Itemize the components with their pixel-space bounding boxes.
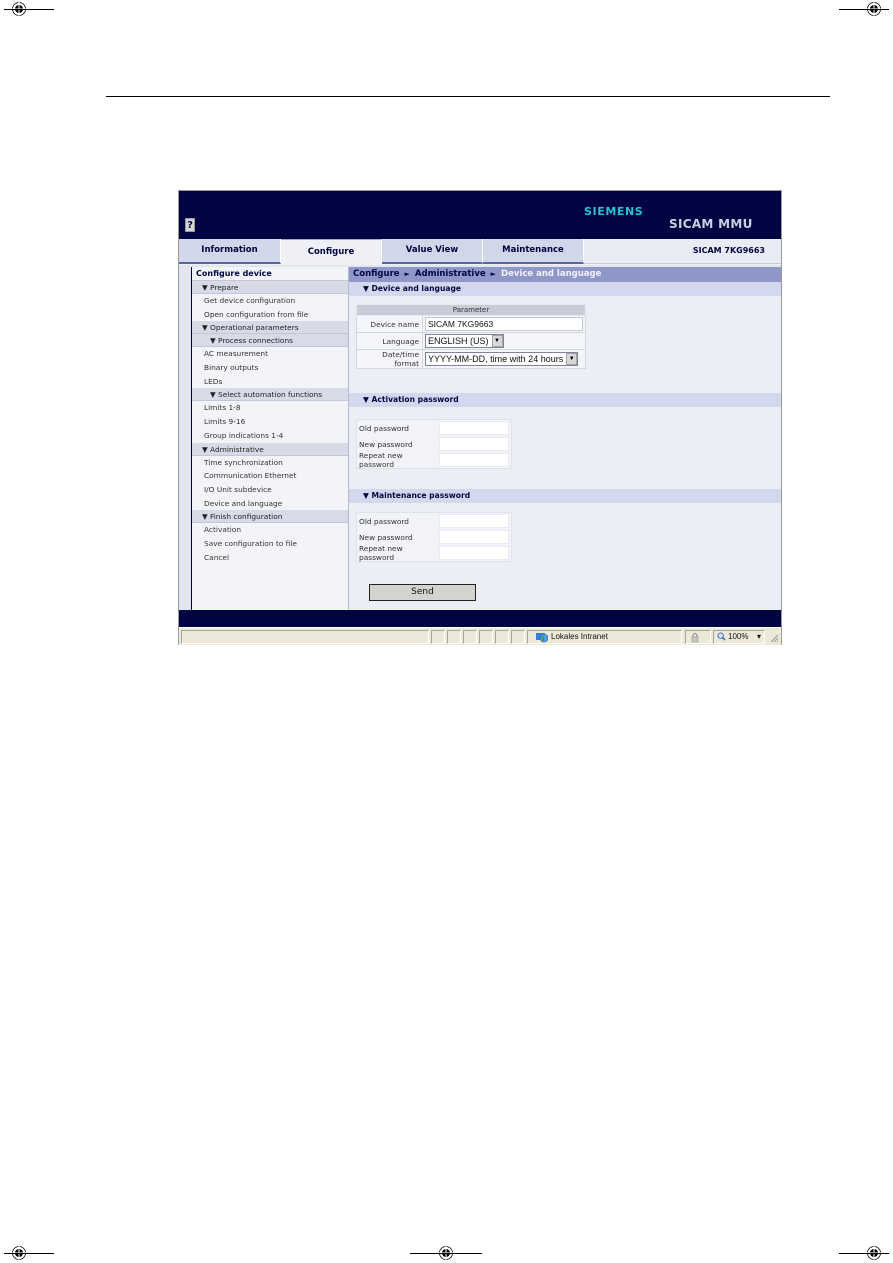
new-password-label: New password	[359, 439, 413, 449]
activation-old-password-input[interactable]	[439, 421, 509, 435]
resize-grip-icon[interactable]	[769, 633, 779, 643]
maintenance-new-password-input[interactable]	[439, 530, 509, 544]
chevron-down-icon[interactable]: ▼	[491, 335, 503, 347]
activation-new-password-input[interactable]	[439, 437, 509, 451]
crop-line	[839, 1253, 889, 1254]
sidebar-group-header[interactable]: ▼ Process connections	[192, 334, 348, 348]
status-cell	[511, 630, 525, 644]
status-cell	[495, 630, 509, 644]
old-password-label: Old password	[359, 516, 409, 526]
chevron-down-icon[interactable]: ▼	[566, 353, 578, 365]
breadcrumb: Configure ► Administrative ► Device and lang…	[349, 267, 781, 282]
lock-icon	[691, 633, 699, 643]
device-id: SICAM 7KG9663	[692, 246, 765, 255]
maintenance-repeat-password-input[interactable]	[439, 546, 509, 560]
tab-information[interactable]: Information	[179, 239, 281, 264]
repeat-password-label: Repeat new password	[359, 451, 403, 469]
breadcrumb-current: Device and language	[501, 269, 602, 279]
new-password-label: New password	[359, 532, 413, 542]
chevron-down-icon[interactable]: ▾	[757, 630, 761, 644]
sidebar-item[interactable]: Save configuration to file	[192, 537, 348, 551]
help-icon[interactable]: ?	[185, 218, 195, 232]
main-tabs: Information Configure Value View Mainten…	[179, 239, 781, 264]
sidebar-item[interactable]: Get device configuration	[192, 294, 348, 308]
status-cell	[431, 630, 445, 644]
device-name-input[interactable]: SICAM 7KG9663	[425, 317, 583, 331]
language-select[interactable]: ENGLISH (US) ▼	[425, 334, 504, 348]
language-label: Language	[356, 332, 423, 350]
sidebar-item[interactable]: Limits 9-16	[192, 415, 348, 429]
sidebar-item[interactable]: Open configuration from file	[192, 308, 348, 322]
app-banner: ? SIEMENS SICAM MMU	[179, 191, 781, 239]
sidebar-item[interactable]: Communication Ethernet	[192, 469, 348, 483]
language-value: ENGLISH (US)	[428, 336, 489, 346]
main-panel: Configure ► Administrative ► Device and lang…	[349, 267, 781, 610]
section-activation-password[interactable]: ▼ Activation password	[349, 393, 781, 407]
maintenance-password-form: Old password New password Repeat new pas…	[356, 512, 512, 562]
sidebar-item[interactable]: Cancel	[192, 551, 348, 565]
send-button[interactable]: Send	[369, 584, 476, 601]
old-password-label: Old password	[359, 423, 409, 433]
activation-section-body: Old password New password Repeat new pas…	[349, 407, 781, 489]
sidebar-group-header[interactable]: ▼ Administrative	[192, 442, 348, 456]
status-text-cell	[181, 630, 429, 644]
sidebar-group-header[interactable]: ▼ Operational parameters	[192, 321, 348, 335]
product-name: SICAM MMU	[669, 217, 753, 231]
sidebar-group-header[interactable]: ▼ Prepare	[192, 281, 348, 294]
tab-maintenance[interactable]: Maintenance	[483, 239, 584, 264]
device-section-body: Parameter Device name SICAM 7KG9663 Lang…	[349, 296, 781, 393]
security-zone: Lokales Intranet	[551, 632, 608, 641]
section-device-and-language[interactable]: ▼ Device and language	[349, 282, 781, 296]
sidebar-item[interactable]: Activation	[192, 523, 348, 537]
browser-status-bar: Lokales Intranet 100% ▾	[179, 627, 781, 645]
magnifier-icon	[717, 632, 726, 641]
status-cell	[463, 630, 477, 644]
sidebar-item[interactable]: Time synchronization	[192, 456, 348, 470]
intranet-globe-icon	[536, 633, 548, 643]
breadcrumb-separator-icon: ►	[404, 270, 410, 278]
sidebar-title: Configure device	[192, 267, 348, 281]
sidebar-group-header[interactable]: ▼ Select automation functions	[192, 388, 348, 402]
maintenance-old-password-input[interactable]	[439, 514, 509, 528]
sidebar-item[interactable]: Group indications 1-4	[192, 429, 348, 443]
sidebar-item[interactable]: Limits 1-8	[192, 401, 348, 415]
tab-configure[interactable]: Configure	[281, 239, 382, 264]
section-maintenance-password[interactable]: ▼ Maintenance password	[349, 489, 781, 503]
sidebar-item[interactable]: LEDs	[192, 375, 348, 389]
sidebar-group-header[interactable]: ▼ Finish configuration	[192, 510, 348, 524]
activation-password-form: Old password New password Repeat new pas…	[356, 419, 512, 469]
breadcrumb-item-configure[interactable]: Configure	[353, 269, 400, 279]
sidebar-item[interactable]: Device and language	[192, 497, 348, 511]
content-area: Configure device ▼ Prepare Get device con…	[179, 265, 781, 610]
tab-value-view[interactable]: Value View	[382, 239, 483, 264]
crop-line	[4, 9, 54, 10]
browser-window: ? SIEMENS SICAM MMU Information Configur…	[178, 190, 782, 645]
sidebar: Configure device ▼ Prepare Get device con…	[191, 267, 349, 610]
status-cell	[447, 630, 461, 644]
crop-line	[410, 1253, 482, 1254]
repeat-password-label: Repeat new password	[359, 544, 403, 562]
activation-repeat-password-input[interactable]	[439, 453, 509, 467]
sidebar-item[interactable]: I/O Unit subdevice	[192, 483, 348, 497]
crop-line	[4, 1253, 54, 1254]
datetime-format-value: YYYY-MM-DD, time with 24 hours	[428, 354, 564, 364]
crop-line	[839, 9, 889, 10]
status-cell	[479, 630, 493, 644]
zoom-level[interactable]: 100%	[728, 630, 748, 644]
sidebar-list: ▼ Prepare Get device configuration Open co…	[192, 281, 348, 564]
sidebar-item[interactable]: AC measurement	[192, 347, 348, 361]
datetime-format-select[interactable]: YYYY-MM-DD, time with 24 hours ▼	[425, 352, 579, 366]
maintenance-section-body: Old password New password Repeat new pas…	[349, 503, 781, 563]
breadcrumb-separator-icon: ►	[490, 270, 497, 278]
sidebar-item[interactable]: Binary outputs	[192, 361, 348, 375]
page-header-rule	[106, 96, 830, 97]
device-name-label: Device name	[356, 315, 423, 333]
siemens-logo: SIEMENS	[584, 205, 644, 218]
app-footer	[179, 610, 781, 627]
breadcrumb-item-administrative[interactable]: Administrative	[415, 269, 486, 279]
datetime-format-label: Date/time format	[356, 349, 423, 369]
parameter-header: Parameter	[356, 304, 586, 316]
parameter-table: Parameter Device name SICAM 7KG9663 Lang…	[356, 304, 586, 369]
